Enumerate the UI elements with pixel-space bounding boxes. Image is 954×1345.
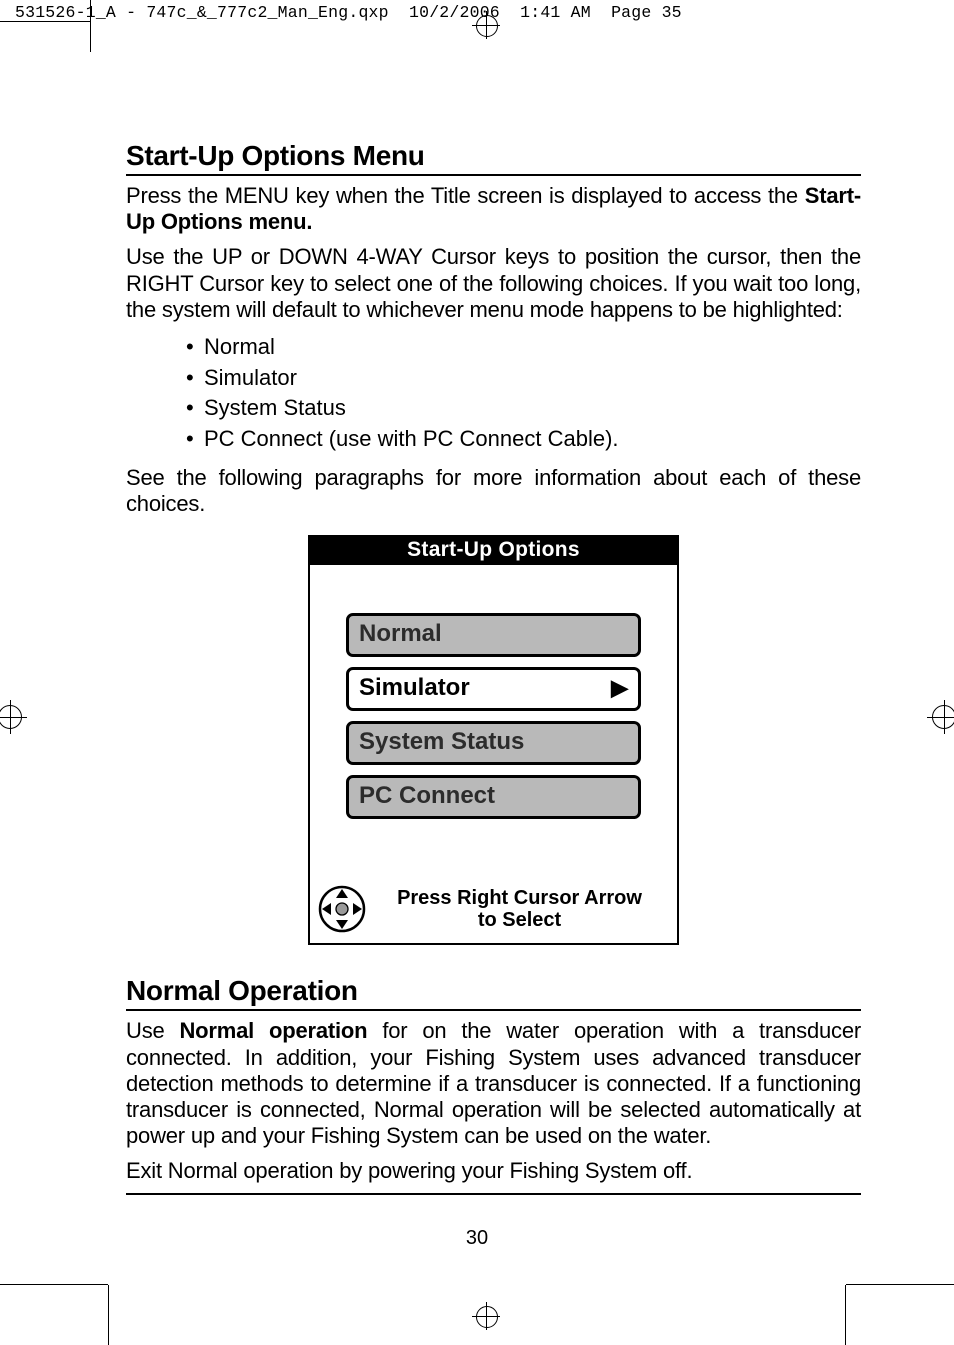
bullet-list: Normal Simulator System Status PC Connec… xyxy=(126,332,861,455)
crop-mark xyxy=(90,0,91,52)
menu-option-simulator[interactable]: Simulator ▶ xyxy=(346,667,641,711)
menu-option-system-status[interactable]: System Status xyxy=(346,721,641,765)
device-screenshot: Start-Up Options Normal Simulator ▶ Syst… xyxy=(308,535,679,945)
paragraph: Press the MENU key when the Title screen… xyxy=(126,183,861,235)
screenshot-title: Start-Up Options xyxy=(310,537,677,565)
text-bold: Normal operation xyxy=(179,1018,367,1043)
text: Press the MENU key when the Title screen… xyxy=(126,183,805,208)
paragraph: Use Normal operation for on the water op… xyxy=(126,1018,861,1149)
menu-option-label: Simulator xyxy=(359,674,470,702)
screenshot-instruction: Press Right Cursor Arrow to Select xyxy=(370,887,669,932)
text: Use xyxy=(126,1018,179,1043)
text: Press Right Cursor Arrow xyxy=(397,887,642,909)
screenshot-footer: Press Right Cursor Arrow to Select xyxy=(310,841,677,943)
registration-mark-icon xyxy=(472,11,500,39)
text: to Select xyxy=(478,909,561,931)
divider xyxy=(126,1009,861,1011)
time: 1:41 AM xyxy=(520,3,591,22)
paragraph: Use the UP or DOWN 4-WAY Cursor keys to … xyxy=(126,244,861,323)
page-content: Start-Up Options Menu Press the MENU key… xyxy=(126,140,861,1202)
menu-option-pc-connect[interactable]: PC Connect xyxy=(346,775,641,819)
paragraph: Exit Normal operation by powering your F… xyxy=(126,1158,861,1184)
paragraph: See the following paragraphs for more in… xyxy=(126,465,861,517)
filename: 531526-1_A - 747c_&_777c2_Man_Eng.qxp xyxy=(15,3,389,22)
list-item: System Status xyxy=(204,393,861,424)
divider xyxy=(126,174,861,176)
screenshot-body: Normal Simulator ▶ System Status PC Conn… xyxy=(310,565,677,841)
registration-mark-icon xyxy=(927,700,954,734)
list-item: PC Connect (use with PC Connect Cable). xyxy=(204,424,861,455)
crop-mark xyxy=(0,1284,108,1285)
registration-mark-icon xyxy=(0,700,27,734)
crop-mark xyxy=(846,1284,954,1285)
crop-mark xyxy=(845,1285,846,1345)
menu-option-label: PC Connect xyxy=(359,782,495,810)
print-job-header: 531526-1_A - 747c_&_777c2_Man_Eng.qxp 10… xyxy=(15,3,682,22)
menu-option-label: System Status xyxy=(359,728,524,756)
chevron-right-icon: ▶ xyxy=(611,675,628,701)
menu-option-label: Normal xyxy=(359,620,442,648)
list-item: Simulator xyxy=(204,363,861,394)
section-heading-normal: Normal Operation xyxy=(126,975,861,1007)
registration-mark-icon xyxy=(472,1302,500,1330)
page-label: Page 35 xyxy=(611,3,682,22)
crop-mark xyxy=(108,1285,109,1345)
dpad-icon xyxy=(318,885,366,933)
page-number: 30 xyxy=(0,1227,954,1250)
section-heading-startup: Start-Up Options Menu xyxy=(126,140,861,172)
menu-option-normal[interactable]: Normal xyxy=(346,613,641,657)
crop-mark xyxy=(0,21,90,22)
list-item: Normal xyxy=(204,332,861,363)
divider xyxy=(126,1193,861,1195)
